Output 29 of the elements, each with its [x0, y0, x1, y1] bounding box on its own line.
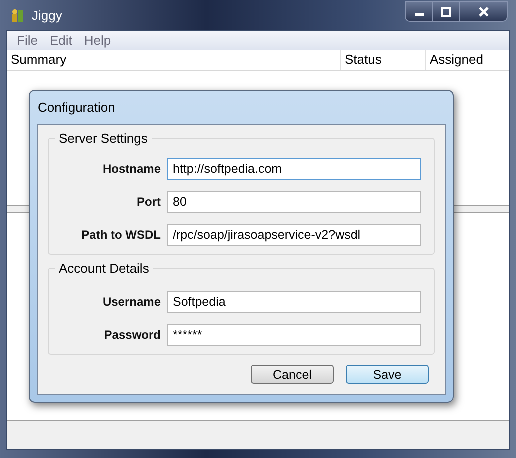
close-button[interactable]: [460, 2, 507, 21]
dialog-button[interactable]: Save: [346, 365, 429, 384]
column-header[interactable]: Summary: [7, 50, 341, 70]
minimize-icon: [414, 13, 424, 16]
maximize-button[interactable]: [433, 2, 460, 21]
group-title: Account Details: [58, 261, 150, 276]
input-field[interactable]: 80: [167, 191, 421, 213]
minimize-button[interactable]: [406, 2, 433, 21]
field-label: Username: [102, 295, 162, 309]
input-field[interactable]: /rpc/soap/jirasoapservice-v2?wsdl: [167, 224, 421, 246]
input-field[interactable]: ******: [167, 324, 421, 346]
column-header[interactable]: Assigned: [426, 50, 509, 70]
input-field[interactable]: http://softpedia.com: [167, 158, 421, 180]
app-icon: [10, 7, 26, 23]
menu-item[interactable]: Help: [78, 33, 118, 48]
field-label: Password: [103, 328, 162, 342]
column-header[interactable]: Status: [341, 50, 426, 70]
field-label: Path to WSDL: [80, 228, 162, 242]
group-title: Server Settings: [58, 131, 149, 146]
menu-item[interactable]: Edit: [44, 33, 78, 48]
close-icon: [478, 6, 488, 16]
dialog-title: Configuration: [37, 99, 116, 117]
input-field[interactable]: Softpedia: [167, 291, 421, 313]
dialog-button[interactable]: Cancel: [251, 365, 334, 384]
menu-item[interactable]: File: [11, 33, 44, 48]
field-label: Port: [136, 195, 162, 209]
window-title: Jiggy: [32, 8, 62, 22]
maximize-icon: [441, 6, 451, 16]
field-label: Hostname: [102, 162, 162, 176]
